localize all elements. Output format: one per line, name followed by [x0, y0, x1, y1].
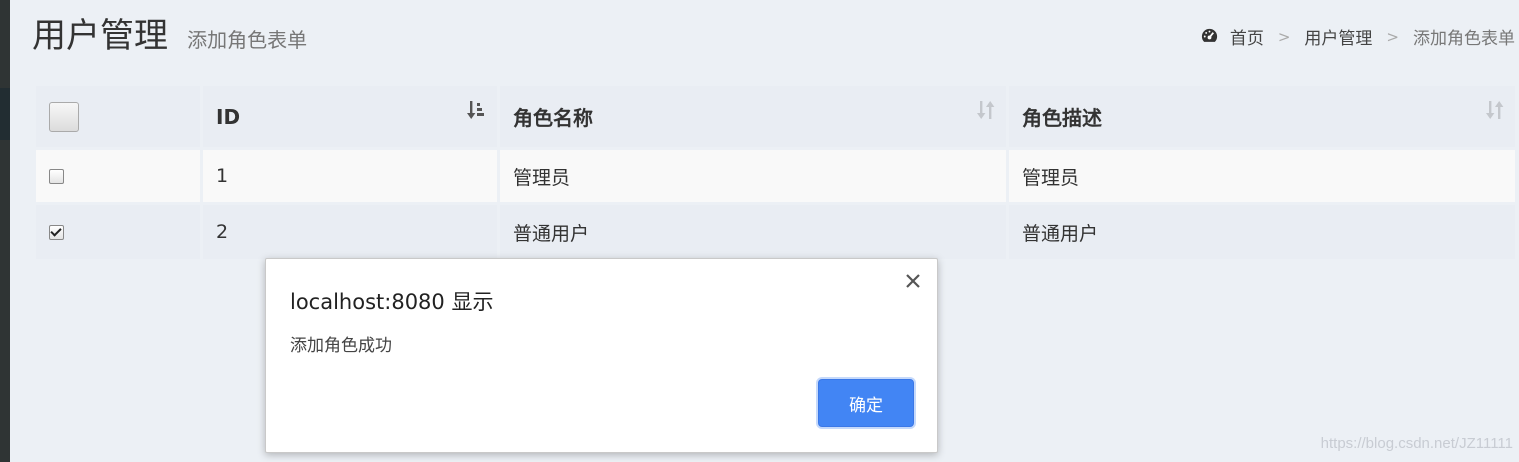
cell-role-desc: 普通用户: [1009, 205, 1515, 259]
column-header-id[interactable]: ID: [203, 86, 497, 147]
role-table: ID 角色名称 角色描述 1 管理员 管理员 2 普通用户 普通用户: [33, 83, 1518, 262]
cell-id: 2: [203, 205, 497, 259]
role-table-container: ID 角色名称 角色描述 1 管理员 管理员 2 普通用户 普通用户: [33, 83, 1518, 262]
cell-role-desc: 管理员: [1009, 150, 1515, 202]
column-header-role-name[interactable]: 角色名称: [500, 86, 1006, 147]
table-row[interactable]: 2 普通用户 普通用户: [36, 205, 1515, 259]
sidebar-active-block: [0, 88, 10, 140]
row-select-cell: [36, 205, 200, 259]
sidebar-edge: [0, 0, 10, 462]
breadcrumb-user-management-link[interactable]: 用户管理: [1304, 24, 1372, 49]
content-header: 用户管理 添加角色表单: [32, 14, 307, 58]
sort-icon[interactable]: [1485, 98, 1505, 122]
dashboard-icon: [1201, 28, 1217, 42]
row-checkbox[interactable]: [49, 169, 64, 184]
watermark: https://blog.csdn.net/JZ11111: [1320, 435, 1513, 452]
breadcrumb-separator: >: [1277, 27, 1291, 46]
ok-button[interactable]: 确定: [818, 379, 914, 427]
select-all-header: [36, 86, 200, 147]
breadcrumb-current: 添加角色表单: [1413, 29, 1515, 49]
row-select-cell: [36, 150, 200, 202]
column-header-label: ID: [216, 104, 241, 129]
page-title: 用户管理: [32, 16, 168, 56]
column-header-label: 角色名称: [513, 106, 593, 130]
select-all-checkbox[interactable]: [49, 101, 79, 132]
column-header-label: 角色描述: [1022, 106, 1102, 130]
sort-icon[interactable]: [976, 98, 996, 122]
breadcrumb-home-link[interactable]: 首页: [1230, 24, 1264, 49]
dialog-title: localhost:8080 显示: [290, 290, 494, 314]
cell-role-name: 普通用户: [500, 205, 1006, 259]
breadcrumb: 首页 > 用户管理 > 添加角色表单: [1200, 24, 1515, 49]
table-row[interactable]: 1 管理员 管理员: [36, 150, 1515, 202]
alert-dialog: localhost:8080 显示 添加角色成功 确定: [265, 258, 938, 453]
cell-role-name: 管理员: [500, 150, 1006, 202]
page-subtitle: 添加角色表单: [187, 28, 308, 52]
dialog-message: 添加角色成功: [290, 336, 392, 356]
column-header-role-desc[interactable]: 角色描述: [1009, 86, 1515, 147]
breadcrumb-separator: >: [1386, 27, 1399, 46]
row-checkbox[interactable]: [49, 225, 64, 240]
close-icon[interactable]: [901, 269, 925, 293]
cell-id: 1: [203, 150, 497, 202]
table-header-row: ID 角色名称 角色描述: [36, 86, 1515, 147]
sort-amount-asc-icon[interactable]: [467, 98, 487, 122]
